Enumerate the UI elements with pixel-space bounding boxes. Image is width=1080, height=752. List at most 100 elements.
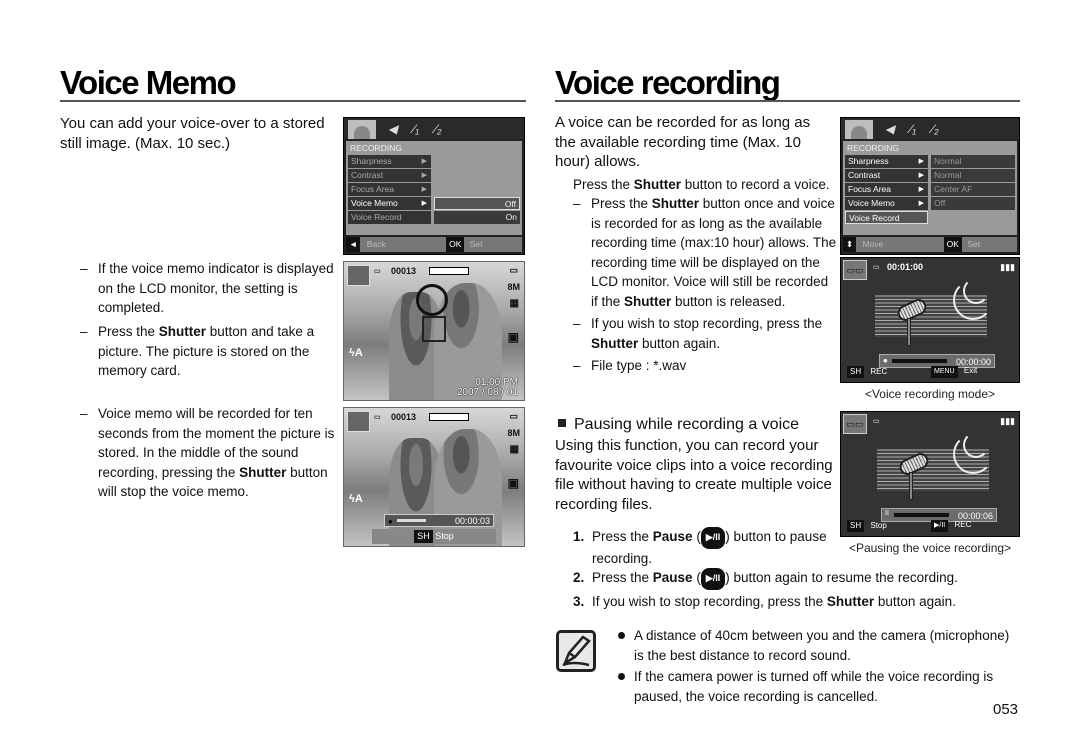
menu-item-label: Contrast (351, 170, 384, 180)
list-item: – If the voice memo indicator is displaye… (80, 261, 334, 315)
menu-item-focus-area[interactable]: Focus Area ▶ (845, 183, 928, 196)
setup2-tab-icon[interactable]: ⁄₂ (435, 122, 442, 136)
setup2-tab-icon[interactable]: ⁄₂ (932, 122, 939, 136)
step-text: Press the Pause (▶/II) button again to r… (592, 568, 958, 590)
record-dot-icon: ● (883, 356, 888, 365)
metering-icon: ▣ (507, 330, 519, 344)
memory-bar (429, 413, 469, 421)
chevron-right-icon: ▶ (421, 172, 427, 179)
stop-label: Stop (870, 521, 887, 530)
text-run: button is released. (671, 293, 786, 309)
flash-auto-icon: ϟA (349, 347, 363, 359)
voice-recording-mode-screen: ▭▭ ▭ 00:01:00 ▮▮▮ ● 00:00:00 SH REC MENU… (840, 257, 1020, 383)
bold-text: Pause (652, 529, 693, 544)
stop-hint: SH Stop (847, 520, 887, 532)
menu-item-sharpness[interactable]: Sharpness ▶ (845, 155, 928, 168)
voice-memo-item-2: – Press the Shutter button and take a pic… (80, 322, 338, 381)
left-page-title: Voice Memo (60, 64, 237, 101)
back-label: Back (366, 239, 386, 249)
image-size-icon: 8M (507, 428, 520, 438)
text-run: button again. (638, 335, 721, 351)
sound-tab-icon[interactable]: ◀ (885, 122, 894, 136)
menu-item-label: Voice Record (351, 212, 402, 222)
sound-tab-icon[interactable]: ◀ (388, 122, 397, 136)
set-label: Set (967, 239, 981, 249)
voice-memo-indicator-icon: ▭ (374, 414, 381, 421)
note-pencil-icon (556, 630, 596, 672)
voice-memo-item-3: – Voice memo will be recorded for ten sec… (80, 404, 338, 502)
resume-hint: ▶/II REC (931, 520, 971, 532)
setup1-tab-icon[interactable]: ⁄₁ (910, 122, 916, 136)
voice-memo-indicator-icon: ▭ (374, 268, 381, 275)
square-bullet-icon (558, 419, 566, 427)
menu-item-focus-area[interactable]: Focus Area ▶ (348, 183, 431, 196)
shutter-key[interactable]: SH (847, 520, 865, 532)
menu-item-voice-memo[interactable]: Voice Memo ▶ (348, 197, 431, 210)
text-run: Press the (592, 529, 653, 544)
menu-footer: ⬍ Move OK Set (843, 237, 1017, 252)
bold-text: Shutter (158, 324, 207, 339)
bold-text: Shutter (651, 196, 700, 211)
menu-item-sharpness[interactable]: Sharpness ▶ (348, 155, 431, 168)
menu-tabs: ◀ ⁄₁ ⁄₂ (344, 118, 524, 139)
right-title-rule (555, 100, 1020, 102)
voice-record-mode-icon: ▭▭ (843, 414, 867, 434)
text-run: ) button again to resume the recording. (725, 570, 958, 585)
bold-text: Shutter (239, 464, 287, 480)
item-text: If you wish to stop recording, press the… (591, 316, 822, 351)
menu-key[interactable]: MENU (931, 366, 958, 378)
shutter-key[interactable]: SH (414, 530, 433, 543)
camera-mode-icon (347, 265, 370, 286)
bold-text: Shutter (633, 177, 682, 192)
camera-tab-icon[interactable] (348, 120, 376, 139)
step-number: 3. (573, 593, 585, 609)
menu-item-voice-memo[interactable]: Voice Memo ▶ (845, 197, 928, 210)
up-down-key-icon[interactable]: ⬍ (843, 237, 857, 252)
chevron-right-icon: ▶ (421, 200, 427, 207)
shot-count: 00013 (391, 266, 417, 276)
progress-track (892, 359, 947, 363)
menu-item-label: Sharpness (351, 156, 392, 166)
menu-item-contrast[interactable]: Contrast ▶ (348, 169, 431, 182)
text-run: Press the (592, 570, 653, 585)
step-1: 1. Press the Pause (▶/II) button to pause… (573, 527, 843, 568)
ok-key[interactable]: OK (446, 237, 465, 252)
voice-memo-indicator-screen: ▭ 00013 ▭ 8M ▦ ▣ ϟA 01:00 PM 2007 / 08 /… (343, 261, 525, 401)
memory-card-icon: ▭ (873, 264, 880, 271)
menu-item-voice-record[interactable]: Voice Record (845, 211, 928, 224)
menu-item-label: Voice Record (849, 213, 900, 223)
ok-key[interactable]: OK (943, 237, 962, 252)
back-key-icon[interactable]: ◄ (346, 237, 361, 252)
pause-intro: Using this function, you can record your… (555, 437, 833, 513)
voice-memo-menu-screen: ◀ ⁄₁ ⁄₂ RECORDING Sharpness ▶ Contrast ▶ F… (343, 117, 525, 255)
focus-area-value: Center AF (931, 183, 1015, 196)
page-number: 053 (993, 701, 1019, 718)
menu-body: RECORDING Sharpness ▶ Contrast ▶ Focus Are… (843, 141, 1017, 235)
pausing-voice-recording-caption: <Pausing the voice recording> (848, 541, 1012, 555)
menu-item-contrast[interactable]: Contrast ▶ (845, 169, 928, 182)
shot-count: 00013 (391, 412, 417, 422)
shutter-key[interactable]: SH (847, 366, 865, 378)
menu-section-title: RECORDING (350, 143, 402, 153)
item-text: Press the Shutter button and take a pict… (98, 324, 314, 378)
list-item: – Press the Shutter button and take a pic… (80, 324, 315, 378)
recording-time: 00:00:03 (454, 516, 490, 526)
step-text: Press the Pause (▶/II) button to pause r… (592, 527, 827, 566)
option-off[interactable]: Off (434, 197, 520, 210)
camera-tab-icon[interactable] (845, 120, 873, 139)
menu-item-label: Voice Memo (351, 198, 398, 208)
setup1-tab-icon[interactable]: ⁄₁ (413, 122, 419, 136)
left-title-rule (60, 100, 526, 102)
option-on[interactable]: On (434, 211, 520, 224)
menu-item-label: Contrast (848, 170, 881, 180)
play-pause-key[interactable]: ▶/II (931, 520, 949, 532)
menu-item-voice-record[interactable]: Voice Record (348, 211, 431, 224)
pause-steps-2: 2. Press the Pause (▶/II) button again to… (573, 568, 1013, 611)
step-text: If you wish to stop recording, press the… (592, 594, 956, 609)
step-3: 3. If you wish to stop recording, press t… (573, 592, 1013, 612)
set-label: Set (469, 239, 483, 249)
step-number: 1. (573, 529, 585, 544)
item-text: Press the Shutter button once and voice … (591, 196, 836, 309)
text-run: If you wish to stop recording, press the (591, 316, 823, 331)
menu-tabs: ◀ ⁄₁ ⁄₂ (841, 118, 1019, 139)
